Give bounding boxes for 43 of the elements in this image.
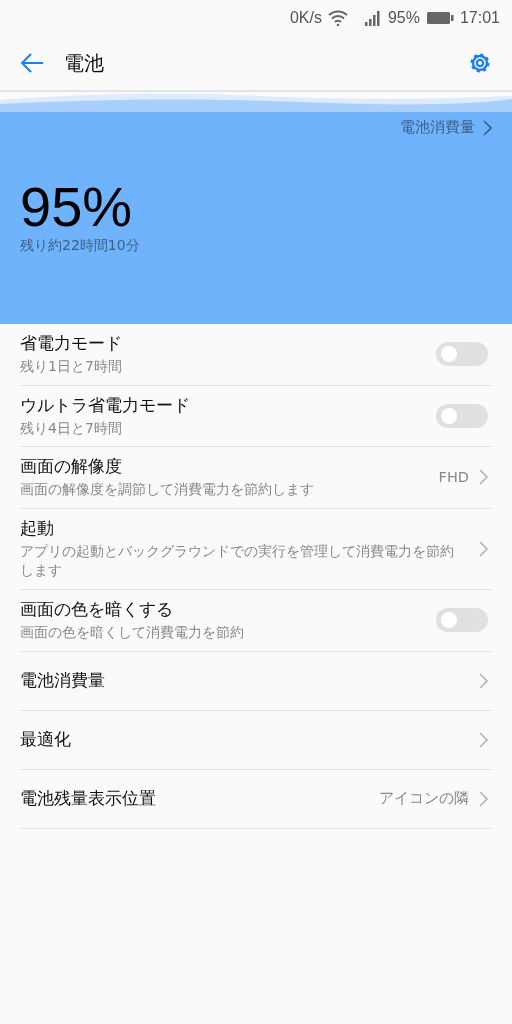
settings-row[interactable]: 電池消費量: [20, 651, 492, 711]
clock: 17:01: [459, 9, 500, 27]
row-title: 電池消費量: [20, 669, 106, 693]
battery-percentage: 95%: [20, 179, 134, 235]
wifi-icon: [327, 10, 348, 26]
row-subtitle: アプリの起動とバックグラウンドでの実行を管理して消費電力を節約します: [20, 541, 455, 581]
row-title: 電池残量表示位置: [20, 787, 157, 811]
row-title: 画面の色を暗くする: [20, 597, 174, 621]
chevron-icon: [479, 540, 488, 557]
row-title: 起動: [20, 516, 55, 540]
settings-row[interactable]: 起動 アプリの起動とバックグラウンドでの実行を管理して消費電力を節約します: [20, 508, 492, 590]
chevron-icon: [479, 731, 488, 748]
signal-icon: [363, 10, 382, 26]
settings-row[interactable]: 画面の解像度 画面の解像度を調節して消費電力を節約します FHD: [20, 447, 492, 509]
toggle-switch[interactable]: [436, 403, 488, 428]
row-title: ウルトラ省電力モード: [20, 393, 191, 417]
back-arrow-icon[interactable]: [20, 53, 44, 73]
battery-percent: 95%: [387, 9, 420, 27]
row-subtitle: 残り1日と7時間: [20, 357, 123, 376]
row-title: 最適化: [20, 728, 72, 752]
remaining-time: 残り約22時間10分: [20, 237, 141, 255]
settings-row[interactable]: 画面の色を暗くする 画面の色を暗くして消費電力を節約: [20, 589, 492, 652]
chevron-icon: [483, 119, 492, 136]
page-title: 電池: [64, 49, 105, 77]
settings-icon[interactable]: [468, 51, 492, 75]
row-value: アイコンの隣: [379, 789, 469, 809]
row-title: 画面の解像度: [20, 455, 123, 479]
chevron-icon: [479, 790, 488, 807]
network-speed: 0K/s: [289, 9, 322, 27]
settings-row[interactable]: 省電力モード 残り1日と7時間: [20, 324, 492, 386]
row-subtitle: 画面の解像度を調節して消費電力を節約します: [20, 480, 315, 500]
toggle-switch[interactable]: [436, 608, 488, 633]
row-value: FHD: [438, 469, 469, 486]
chevron-icon: [479, 469, 488, 486]
row-title: 省電力モード: [20, 332, 123, 355]
settings-row[interactable]: 電池残量表示位置 アイコンの隣: [20, 769, 492, 829]
settings-row[interactable]: 最適化: [20, 710, 492, 770]
row-subtitle: 画面の色を暗くして消費電力を節約: [20, 622, 245, 642]
toggle-switch[interactable]: [436, 342, 488, 367]
settings-row[interactable]: ウルトラ省電力モード 残り4日と7時間: [20, 385, 492, 448]
battery-icon: [425, 11, 454, 25]
chevron-icon: [479, 672, 488, 689]
row-subtitle: 残り4日と7時間: [20, 418, 123, 438]
